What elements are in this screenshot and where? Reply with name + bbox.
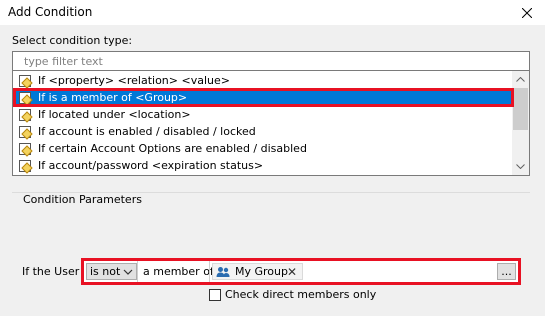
condition-icon xyxy=(19,125,33,140)
check-direct-members-label: Check direct members only xyxy=(225,288,377,301)
list-item-account-options[interactable]: If certain Account Options are enabled /… xyxy=(15,140,515,157)
list-item-label: If account is enabled / disabled / locke… xyxy=(38,125,256,138)
list-item-account-enabled[interactable]: If account is enabled / disabled / locke… xyxy=(15,123,515,140)
operator-value: is not xyxy=(90,265,121,278)
scroll-thumb[interactable] xyxy=(513,88,528,130)
check-direct-members-checkbox[interactable] xyxy=(209,288,221,301)
list-item-label: If located under <location> xyxy=(38,108,191,121)
window-title: Add Condition xyxy=(8,5,93,19)
list-item-label: If account/password <expiration status> xyxy=(38,159,264,172)
group-chip[interactable]: My Group ✕ xyxy=(212,263,303,280)
list-item-property-relation-value[interactable]: If <property> <relation> <value> xyxy=(15,72,515,89)
browse-button[interactable]: ... xyxy=(497,263,516,280)
condition-icon xyxy=(19,91,33,106)
operator-dropdown[interactable]: is not xyxy=(86,263,137,280)
list-item-label: If certain Account Options are enabled /… xyxy=(38,142,307,155)
condition-parameters-bar: is not a member of My Group ✕ ... xyxy=(81,258,521,285)
list-item-located-under[interactable]: If located under <location> xyxy=(15,106,515,123)
close-button[interactable] xyxy=(509,0,545,25)
separator xyxy=(137,261,138,282)
list-item-member-of-group[interactable]: If is a member of <Group> xyxy=(15,89,515,106)
scroll-up-button[interactable] xyxy=(512,71,529,88)
group-name: My Group xyxy=(235,265,288,278)
condition-icon xyxy=(19,142,33,157)
select-condition-type-label: Select condition type: xyxy=(12,34,133,47)
separator xyxy=(209,261,210,282)
group-icon xyxy=(216,266,230,277)
chevron-down-icon xyxy=(123,269,133,275)
chevron-up-icon xyxy=(516,77,525,82)
check-direct-members-option[interactable]: Check direct members only xyxy=(209,288,376,301)
condition-parameters-label: Condition Parameters xyxy=(21,193,144,206)
condition-icon xyxy=(19,108,33,123)
chevron-down-icon xyxy=(516,164,525,169)
list-item-expiration-status[interactable]: If account/password <expiration status> xyxy=(15,157,515,174)
title-bar: Add Condition xyxy=(0,0,545,25)
condition-icon xyxy=(19,159,33,174)
filter-input[interactable] xyxy=(12,51,530,71)
relation-text: a member of xyxy=(143,265,214,278)
list-item-label: If is a member of <Group> xyxy=(38,91,188,104)
condition-type-list[interactable]: If <property> <relation> <value> If is a… xyxy=(12,71,530,176)
condition-icon xyxy=(19,74,33,89)
remove-group-icon[interactable]: ✕ xyxy=(287,265,297,279)
scroll-down-button[interactable] xyxy=(512,158,529,175)
list-item-label: If <property> <relation> <value> xyxy=(38,74,230,87)
list-scrollbar[interactable] xyxy=(512,71,529,175)
if-the-user-label: If the User xyxy=(22,265,80,278)
close-icon xyxy=(522,7,532,18)
